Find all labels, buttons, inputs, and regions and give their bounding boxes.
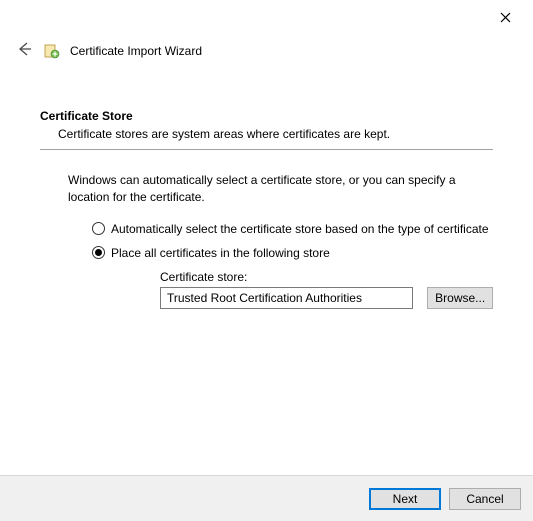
radio-auto-label: Automatically select the certificate sto… <box>111 222 489 236</box>
section-subheading: Certificate stores are system areas wher… <box>58 127 493 141</box>
radio-auto-select[interactable]: Automatically select the certificate sto… <box>92 222 493 236</box>
radio-icon <box>92 246 105 259</box>
wizard-content: Certificate Store Certificate stores are… <box>0 69 533 309</box>
close-icon <box>500 12 511 23</box>
radio-manual-label: Place all certificates in the following … <box>111 246 330 260</box>
next-button[interactable]: Next <box>369 488 441 510</box>
browse-button[interactable]: Browse... <box>427 287 493 309</box>
wizard-header: Certificate Import Wizard <box>0 36 533 69</box>
radio-icon <box>92 222 105 235</box>
cancel-button[interactable]: Cancel <box>449 488 521 510</box>
store-selection-radios: Automatically select the certificate sto… <box>92 222 493 309</box>
close-button[interactable] <box>485 4 525 30</box>
certificate-store-row: Browse... <box>160 287 493 309</box>
certificate-wizard-icon <box>44 43 60 59</box>
section-body-text: Windows can automatically select a certi… <box>68 172 488 206</box>
back-button[interactable] <box>14 40 34 61</box>
wizard-footer: Next Cancel <box>0 475 533 521</box>
wizard-title: Certificate Import Wizard <box>70 44 202 58</box>
arrow-left-icon <box>15 40 33 58</box>
title-bar <box>0 0 533 34</box>
certificate-store-input[interactable] <box>160 287 413 309</box>
certificate-store-label: Certificate store: <box>160 270 493 284</box>
radio-manual-select[interactable]: Place all certificates in the following … <box>92 246 493 260</box>
certificate-store-block: Certificate store: Browse... <box>160 270 493 309</box>
section-divider <box>40 149 493 150</box>
section-heading: Certificate Store <box>40 109 493 123</box>
